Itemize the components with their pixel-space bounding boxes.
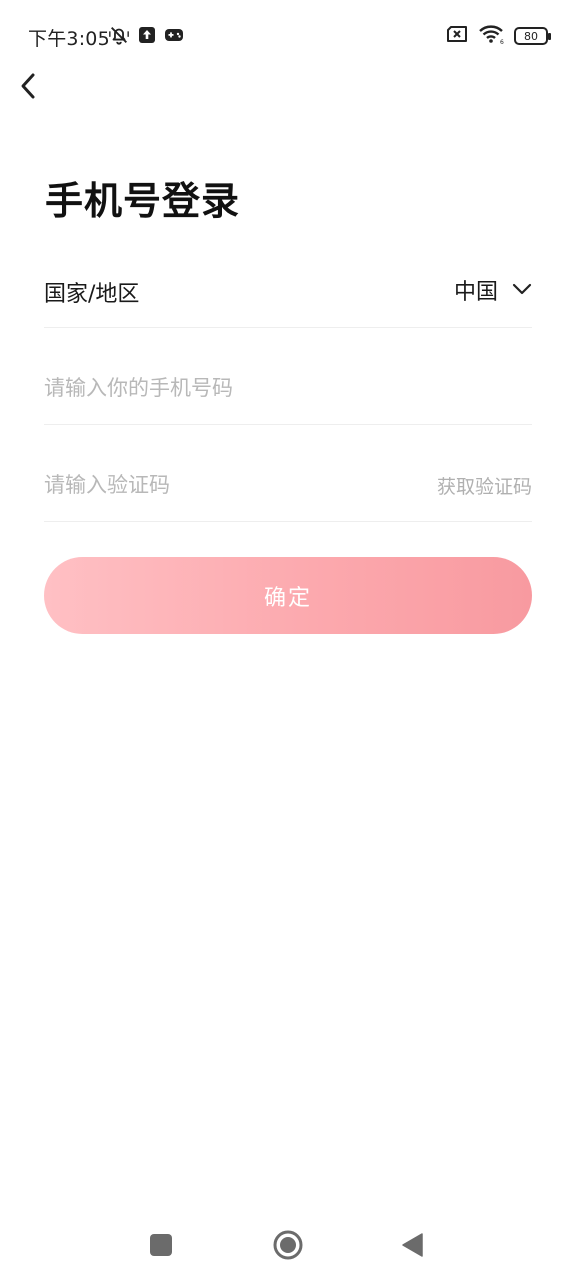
country-region-label: 国家/地区: [44, 282, 140, 307]
page-title: 手机号登录: [45, 179, 241, 223]
chevron-left-icon: [17, 72, 39, 104]
country-value: 中国: [453, 280, 498, 305]
back-button[interactable]: [10, 70, 46, 106]
chevron-down-icon: [512, 281, 532, 300]
sim-off-icon: [446, 25, 468, 47]
status-time: 下午3:05: [28, 28, 110, 50]
system-nav-bar: [0, 1210, 576, 1280]
phone-input[interactable]: [44, 370, 532, 406]
svg-text:6: 6: [500, 39, 504, 44]
confirm-button[interactable]: 确定: [44, 557, 532, 634]
status-icons-right: 6 80: [446, 24, 551, 48]
back-triangle-icon[interactable]: [400, 1232, 426, 1258]
status-icons-left: [108, 24, 184, 50]
country-select[interactable]: 中国: [454, 272, 532, 308]
home-circle-icon[interactable]: [272, 1229, 304, 1261]
bell-muted-icon: [108, 24, 130, 50]
verification-code-row: 获取验证码: [44, 457, 532, 522]
wifi-icon: 6: [478, 24, 504, 48]
verification-code-input[interactable]: [44, 467, 404, 503]
gamepad-icon: [164, 26, 184, 48]
upload-icon: [138, 26, 156, 48]
phone-row: [44, 360, 532, 425]
get-code-button[interactable]: 获取验证码: [437, 472, 532, 499]
status-bar: 下午3:05 6 80: [0, 0, 576, 72]
battery-icon: 80: [514, 27, 551, 45]
country-region-row[interactable]: 国家/地区 中国: [44, 262, 532, 328]
recents-square-icon[interactable]: [150, 1234, 172, 1256]
